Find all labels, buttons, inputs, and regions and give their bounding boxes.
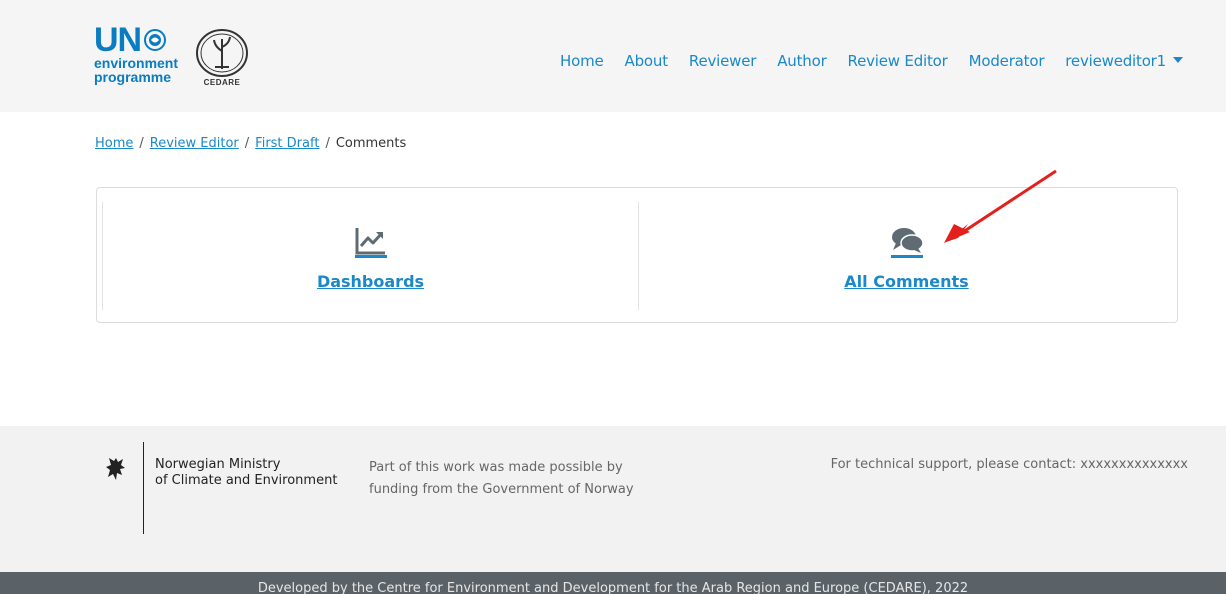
nav-moderator[interactable]: Moderator	[969, 52, 1045, 70]
cedare-logo-text: CEDARE	[203, 78, 241, 87]
cedare-logo[interactable]: CEDARE	[189, 27, 255, 87]
unep-logo-line1: environment	[94, 55, 179, 71]
funding-line1: Part of this work was made possible by	[369, 460, 623, 475]
technical-support-text: For technical support, please contact: x…	[830, 457, 1188, 472]
dashboards-tile[interactable]: Dashboards	[102, 202, 639, 310]
ministry-line1: Norwegian Ministry	[155, 457, 281, 472]
top-navbar: UN environment programme CEDARE Home Abo…	[0, 0, 1226, 112]
chart-line-icon[interactable]	[354, 224, 388, 258]
red-arrow-icon	[944, 169, 1057, 243]
user-menu-dropdown[interactable]: revieweditor1	[1065, 52, 1183, 70]
breadcrumb-separator: /	[139, 136, 144, 151]
main-nav: Home About Reviewer Author Review Editor…	[560, 52, 1183, 70]
all-comments-tile[interactable]: All Comments	[639, 202, 1174, 310]
funding-note: Part of this work was made possible by f…	[369, 457, 634, 501]
breadcrumb-separator: /	[325, 136, 330, 151]
bottom-bar: Developed by the Centre for Environment …	[0, 572, 1226, 594]
unep-emblem-icon	[144, 29, 167, 51]
nav-author[interactable]: Author	[777, 52, 827, 70]
nav-review-editor[interactable]: Review Editor	[848, 52, 948, 70]
caret-down-icon	[1173, 57, 1183, 63]
nav-home[interactable]: Home	[560, 52, 604, 70]
norway-lion-icon	[106, 458, 125, 480]
nav-about[interactable]: About	[625, 52, 669, 70]
user-menu-label: revieweditor1	[1065, 52, 1166, 70]
breadcrumb-review-editor[interactable]: Review Editor	[150, 136, 239, 151]
unep-logo-un: UN	[94, 21, 142, 59]
comments-icon[interactable]	[890, 224, 924, 258]
unep-logo-line2: programme	[94, 69, 172, 85]
nav-reviewer[interactable]: Reviewer	[689, 52, 757, 70]
breadcrumb-home[interactable]: Home	[95, 136, 133, 151]
footer-divider	[143, 442, 144, 534]
ministry-line2: of Climate and Environment	[155, 473, 338, 488]
developed-by-text: Developed by the Centre for Environment …	[257, 581, 969, 594]
ministry-name: Norwegian Ministry of Climate and Enviro…	[155, 457, 337, 489]
unep-logo[interactable]: UN environment programme	[94, 21, 182, 88]
all-comments-link[interactable]: All Comments	[639, 272, 1174, 291]
funding-line2: funding from the Government of Norway	[369, 482, 634, 497]
breadcrumb-separator: /	[244, 136, 250, 151]
footer: Norwegian Ministry of Climate and Enviro…	[0, 426, 1226, 572]
breadcrumb-current: Comments	[335, 136, 407, 151]
breadcrumb: Home / Review Editor / First Draft / Com…	[95, 136, 406, 151]
dashboards-link[interactable]: Dashboards	[103, 272, 638, 291]
breadcrumb-first-draft[interactable]: First Draft	[255, 136, 319, 151]
